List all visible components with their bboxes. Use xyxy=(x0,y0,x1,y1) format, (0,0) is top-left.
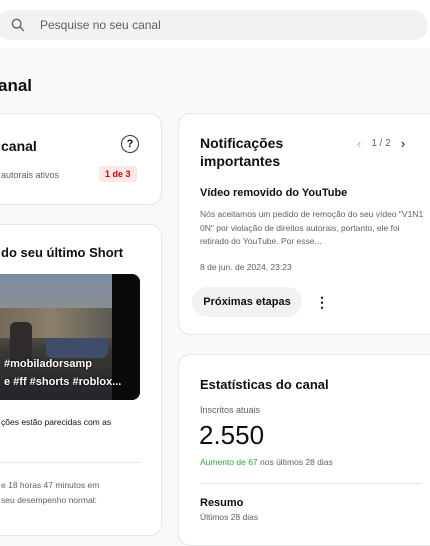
notification-item-title: Vídeo removido do YouTube xyxy=(200,187,348,199)
notifications-card: Notificações importantes ‹ 1 / 2 › Vídeo… xyxy=(178,113,430,335)
channel-card-title: canal xyxy=(1,138,37,154)
more-options-icon[interactable]: ⋮ xyxy=(312,290,332,314)
short-thumbnail[interactable]: #mobiladorsamp e #ff #shorts #roblox... xyxy=(0,274,140,400)
summary-title: Resumo xyxy=(200,497,244,509)
short-card-divider xyxy=(1,462,141,463)
help-icon[interactable]: ? xyxy=(121,135,139,153)
stats-card: Estatísticas do canal Inscritos atuais 2… xyxy=(178,354,430,546)
short-card-title: do seu último Short xyxy=(1,245,124,260)
notification-item-body: Nós aceitamos um pedido de remoção do se… xyxy=(200,209,424,246)
chevron-right-icon[interactable]: › xyxy=(401,136,405,151)
help-icon-label: ? xyxy=(126,138,134,150)
stats-divider xyxy=(200,483,422,484)
stats-title: Estatísticas do canal xyxy=(200,377,329,392)
time-text-line2: seu desempenho normal: xyxy=(1,495,97,505)
search-icon[interactable] xyxy=(10,17,26,33)
chevron-left-icon[interactable]: ‹ xyxy=(357,136,361,151)
next-steps-button[interactable]: Próximas etapas xyxy=(192,287,302,317)
growth-text: Aumento de 67 nos últimos 28 dias xyxy=(200,457,333,467)
strike-badge: 1 de 3 xyxy=(99,166,137,182)
growth-highlight: Aumento de 67 xyxy=(200,457,258,467)
comparison-text: ções estão parecidas com as xyxy=(1,417,112,427)
notification-item-date: 8 de jun. de 2024, 23:23 xyxy=(200,262,292,272)
channel-card: canal ? autorais ativos 1 de 3 xyxy=(0,113,162,205)
thumbnail-caption-line1: #mobiladorsamp xyxy=(4,358,93,370)
summary-subtitle: Últimos 28 dias xyxy=(200,512,259,522)
copyright-status-text: autorais ativos xyxy=(1,170,60,180)
pager-text: 1 / 2 xyxy=(371,138,391,149)
growth-rest: nos últimos 28 dias xyxy=(257,457,333,467)
search-input[interactable] xyxy=(40,10,400,40)
page-title: anal xyxy=(0,76,33,95)
time-text-line1: e 18 horas 47 minutos em xyxy=(1,480,100,490)
notifications-title: Notificações importantes xyxy=(200,135,284,169)
top-bar xyxy=(0,0,430,48)
thumbnail-vehicle xyxy=(46,338,108,358)
subscribers-value: 2.550 xyxy=(199,420,265,450)
search-box[interactable] xyxy=(0,10,428,40)
thumbnail-caption-line2: e #ff #shorts #roblox... xyxy=(4,376,122,388)
pager: ‹ 1 / 2 › xyxy=(357,136,405,151)
subscribers-label: Inscritos atuais xyxy=(200,405,261,415)
